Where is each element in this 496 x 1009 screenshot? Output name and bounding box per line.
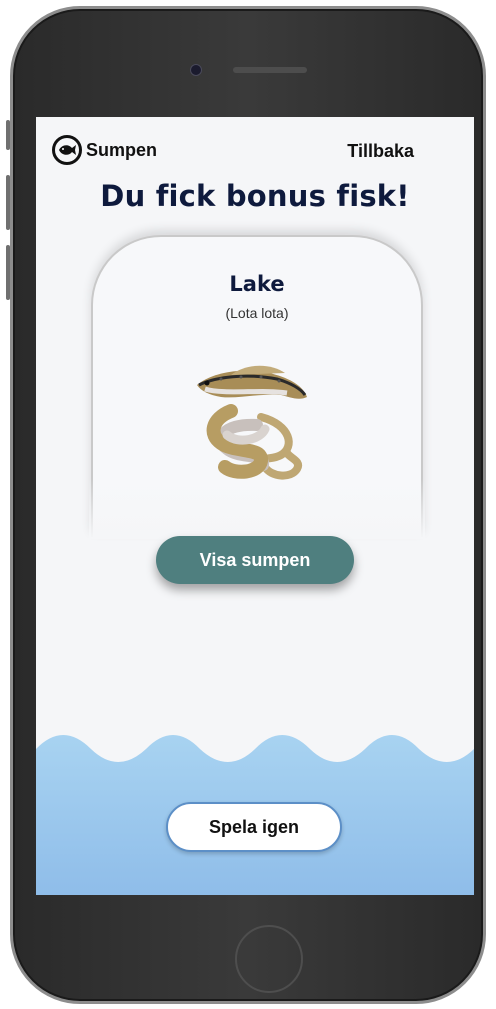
phone-volume-down [6, 245, 10, 300]
fish-latin-name: (Lota lota) [225, 305, 289, 321]
fish-name: Lake [229, 272, 285, 296]
card-fade [89, 479, 425, 539]
back-link[interactable]: Tillbaka [347, 141, 414, 162]
app-screen: Sumpen Tillbaka Du fick bonus fisk! Lake… [36, 117, 474, 895]
earpiece-speaker [233, 67, 307, 73]
fish-icon [52, 135, 82, 165]
sumpen-link[interactable]: Sumpen [52, 135, 157, 165]
show-sump-button[interactable]: Visa sumpen [156, 536, 354, 584]
phone-side-button [6, 120, 10, 150]
front-camera [190, 64, 202, 76]
page-title: Du fick bonus fisk! [100, 179, 410, 213]
fish-card: Lake (Lota lota) [89, 235, 425, 539]
phone-home-button[interactable] [235, 925, 303, 993]
burbot-fish-icon [197, 365, 307, 480]
play-again-button[interactable]: Spela igen [166, 802, 342, 852]
phone-volume-up [6, 175, 10, 230]
sumpen-label: Sumpen [86, 139, 158, 160]
top-bar: Sumpen Tillbaka [36, 117, 474, 187]
